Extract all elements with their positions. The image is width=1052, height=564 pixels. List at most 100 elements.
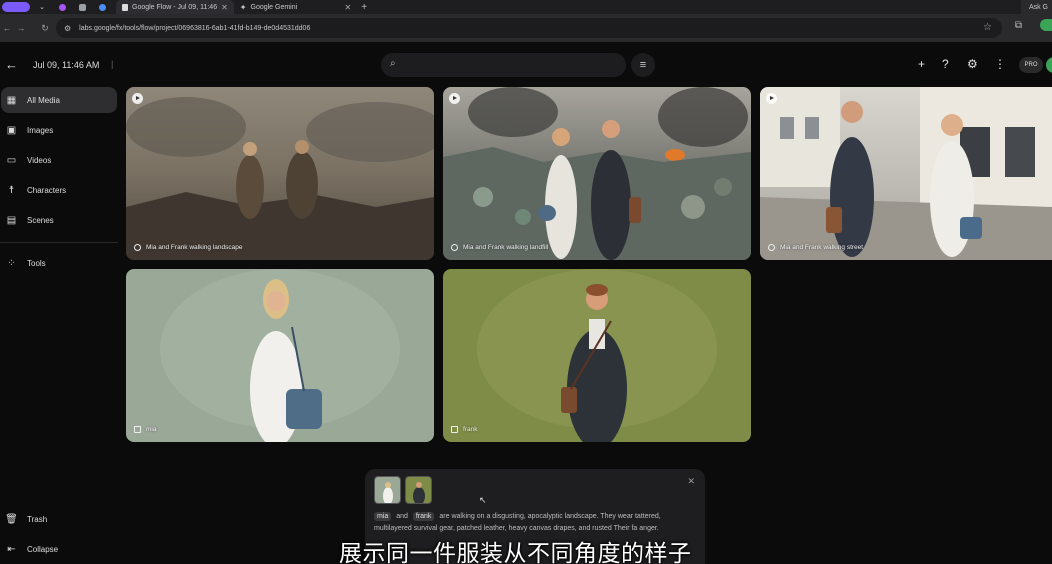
grid-icon: ▦	[6, 94, 17, 106]
prompt-body-2: Their fa	[613, 525, 638, 532]
ask-gemini-button[interactable]: Ask G	[1020, 0, 1052, 14]
media-thumbnail	[760, 87, 1052, 260]
back-arrow-icon[interactable]: ←	[5, 57, 18, 72]
character-chip-frank[interactable]: frank	[412, 512, 435, 521]
sidebar-item-label: All Media	[27, 95, 60, 105]
trash-icon: 🗑	[5, 513, 18, 525]
tab-google-gemini[interactable]: ✦ Google Gemini ✕	[234, 0, 357, 14]
close-icon[interactable]: ✕	[345, 3, 352, 12]
media-card[interactable]: Mia and Frank walking street	[760, 87, 1052, 260]
close-icon[interactable]: ✕	[221, 3, 228, 12]
film-icon: ▤	[6, 214, 17, 226]
sidebar-item-label: Images	[27, 125, 54, 135]
sidebar-item-tools[interactable]: ⁘ Tools	[1, 250, 117, 276]
caption-text: Mia and Frank walking landfill	[463, 244, 549, 251]
tab-google-flow[interactable]: Google Flow - Jul 09, 11:46 ✕	[116, 0, 234, 14]
reference-thumbnail-frank[interactable]	[405, 476, 432, 504]
reload-icon[interactable]: ↻	[38, 23, 52, 34]
media-thumbnail	[126, 269, 434, 442]
media-card[interactable]: mia	[126, 269, 434, 442]
browser-tab-strip: ⌄ Google Flow - Jul 09, 11:46 ✕ ✦ Google…	[0, 0, 1052, 14]
media-thumbnail	[443, 269, 751, 442]
tools-icon: ⁘	[7, 257, 16, 269]
caption-text: frank	[463, 426, 478, 433]
sidebar-item-collapse[interactable]: ⇤ Collapse	[1, 536, 117, 562]
bookmark-star-icon[interactable]: ☆	[983, 22, 992, 33]
image-indicator-icon	[134, 426, 141, 433]
media-caption: Mia and Frank walking street	[768, 244, 863, 251]
filter-button[interactable]: ≡	[631, 53, 655, 77]
character-chip-mia[interactable]: mia	[374, 512, 392, 521]
site-info-icon[interactable]: ⚙	[64, 24, 71, 33]
ask-label: Ask G	[1028, 3, 1048, 11]
video-indicator-icon	[768, 244, 775, 251]
video-indicator-icon	[451, 244, 458, 251]
sidebar-item-images[interactable]: ▣ Images	[1, 117, 117, 143]
play-icon	[132, 93, 143, 104]
extensions-icon[interactable]: ⧉	[1015, 20, 1022, 31]
search-icon: ⌕	[390, 58, 396, 69]
sidebar-item-label: Tools	[27, 258, 46, 268]
video-icon: ▭	[6, 154, 17, 166]
reference-thumbnail-mia[interactable]	[374, 476, 401, 504]
media-caption: Mia and Frank walking landfill	[451, 244, 548, 251]
media-card[interactable]: frank	[443, 269, 751, 442]
doc-icon	[122, 3, 128, 11]
media-thumbnail	[443, 87, 751, 260]
mouse-cursor-icon: ↖	[479, 495, 487, 505]
play-icon	[766, 93, 777, 104]
sidebar-item-trash[interactable]: 🗑 Trash	[1, 506, 117, 532]
media-thumbnail	[126, 87, 434, 260]
user-avatar[interactable]	[1046, 57, 1052, 73]
video-indicator-icon	[134, 244, 141, 251]
caption-text: Mia and Frank walking street	[780, 244, 864, 251]
collapse-icon: ⇤	[7, 543, 16, 555]
media-caption: mia	[134, 426, 156, 433]
filter-icon: ≡	[639, 59, 647, 71]
project-date: Jul 09, 11:46 AM	[33, 60, 100, 70]
pro-badge: PRO	[1019, 57, 1043, 73]
media-caption: frank	[451, 426, 477, 433]
sidebar-item-scenes[interactable]: ▤ Scenes	[1, 207, 117, 233]
caption-text: Mia and Frank walking landscape	[146, 244, 243, 251]
media-card[interactable]: Mia and Frank walking landscape	[126, 87, 434, 260]
browser-toolbar: ← → ↻ ⚙ labs.google/fx/tools/flow/projec…	[0, 14, 1052, 42]
sidebar-item-all-media[interactable]: ▦ All Media	[1, 87, 117, 113]
pinned-tab[interactable]	[54, 1, 70, 13]
media-card[interactable]: Mia and Frank walking landfill	[443, 87, 751, 260]
sidebar-item-label: Trash	[27, 514, 48, 524]
tab-group-pill[interactable]	[2, 2, 30, 12]
prompt-body-3: anger.	[639, 525, 659, 532]
sidebar: ▦ All Media ▣ Images ▭ Videos ☨ Characte…	[0, 86, 120, 564]
profile-avatar[interactable]	[1040, 19, 1052, 31]
tab-label: Google Flow - Jul 09, 11:46	[132, 3, 218, 11]
divider: |	[111, 59, 114, 69]
address-bar[interactable]: ⚙ labs.google/fx/tools/flow/project/0696…	[56, 18, 1002, 38]
caption-text: mia	[146, 426, 157, 433]
sidebar-item-label: Collapse	[27, 544, 59, 554]
more-options-icon[interactable]: ⋮	[994, 57, 1006, 71]
close-icon[interactable]: ✕	[687, 476, 695, 487]
tab-dropdown-icon[interactable]: ⌄	[34, 1, 50, 13]
prompt-and: and	[396, 513, 408, 520]
new-tab-icon[interactable]: +	[361, 2, 367, 13]
help-icon[interactable]: ?	[942, 57, 949, 71]
video-subtitle: 展示同一件服装从不同角度的样子	[339, 541, 692, 564]
pinned-tab[interactable]	[74, 1, 90, 13]
sidebar-item-label: Scenes	[27, 215, 54, 225]
back-icon[interactable]: ←	[0, 23, 14, 33]
app-header: ← Jul 09, 11:46 AM | ⌕ ≡ + ? ⚙ ⋮ PRO	[0, 42, 1052, 86]
settings-gear-icon[interactable]: ⚙	[967, 57, 978, 71]
prompt-text[interactable]: mia and frank are walking on a disgustin…	[374, 511, 694, 535]
forward-icon[interactable]: →	[14, 23, 28, 33]
image-icon: ▣	[6, 124, 17, 136]
image-indicator-icon	[451, 426, 458, 433]
pinned-tab[interactable]	[94, 1, 110, 13]
person-icon: ☨	[8, 184, 15, 196]
sidebar-item-videos[interactable]: ▭ Videos	[1, 147, 117, 173]
search-input[interactable]: ⌕	[381, 53, 626, 77]
add-icon[interactable]: +	[918, 57, 925, 71]
tab-label: Google Gemini	[250, 3, 298, 11]
url-text: labs.google/fx/tools/flow/project/069638…	[79, 24, 311, 32]
sidebar-item-characters[interactable]: ☨ Characters	[1, 177, 117, 203]
